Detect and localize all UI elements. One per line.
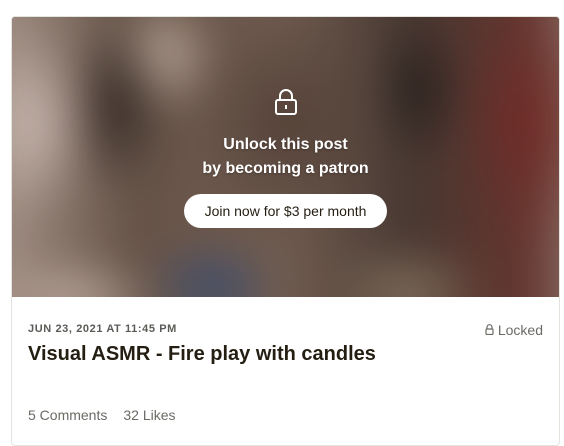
locked-status: Locked xyxy=(485,322,543,338)
locked-label: Locked xyxy=(497,322,543,338)
unlock-message: Unlock this post by becoming a patron xyxy=(12,133,559,181)
unlock-line-1: Unlock this post xyxy=(223,136,348,153)
post-title[interactable]: Visual ASMR - Fire play with candles xyxy=(28,343,376,366)
unlock-line-2: by becoming a patron xyxy=(202,160,369,177)
post-meta: JUN 23, 2021 AT 11:45 PM Locked xyxy=(28,322,543,339)
locked-post-preview: Unlock this post by becoming a patron Jo… xyxy=(12,17,559,297)
likes-count[interactable]: 32 Likes xyxy=(123,407,175,423)
post-card: Unlock this post by becoming a patron Jo… xyxy=(11,16,560,446)
post-date: JUN 23, 2021 AT 11:45 PM xyxy=(28,323,177,335)
join-now-button[interactable]: Join now for $3 per month xyxy=(184,194,387,228)
lock-icon xyxy=(274,88,298,116)
post-stats: 5 Comments 32 Likes xyxy=(28,407,176,423)
small-lock-icon xyxy=(485,322,494,338)
comments-count[interactable]: 5 Comments xyxy=(28,407,107,423)
